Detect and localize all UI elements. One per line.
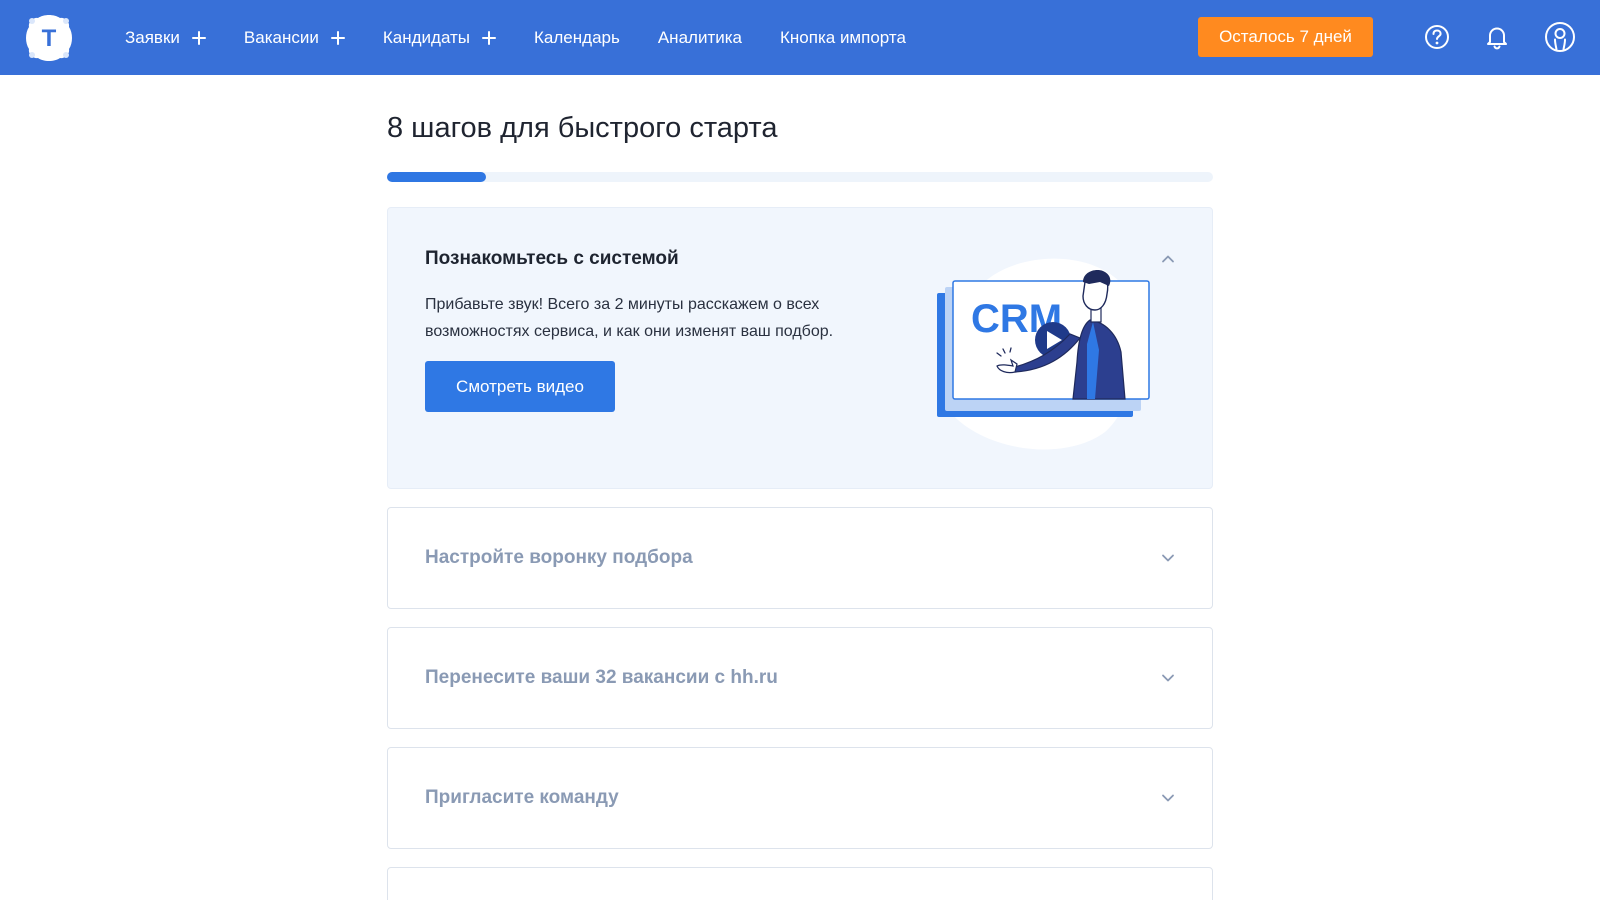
bell-icon[interactable] [1481,21,1513,53]
nav-item-label: Календарь [534,27,620,47]
trial-days-button[interactable]: Осталось 7 дней [1198,17,1373,57]
step-card-intro: Познакомьтесь с системой Прибавьте звук!… [387,207,1213,489]
nav-item-label: Заявки [125,27,180,47]
nav-item-analytics[interactable]: Аналитика [658,28,742,48]
nav-item-calendar[interactable]: Календарь [534,28,620,48]
main-nav: Заявки Вакансии Кандидаты Календарь Анал… [125,0,944,75]
nav-item-label: Кандидаты [382,27,471,47]
nav-item-label: Вакансии [243,27,319,47]
nav-item-label: Кнопка импорта [780,27,906,47]
step-title[interactable]: Перенесите ваши 32 вакансии с hh.ru [425,667,778,689]
step-title[interactable]: Познакомьтесь с системой [425,248,679,270]
app-logo[interactable]: T [24,13,74,63]
step-description: Прибавьте звук! Всего за 2 минуты расска… [425,296,834,340]
step-title[interactable]: Пригласите команду [425,787,619,809]
step-card-import-vacancies[interactable]: Перенесите ваши 32 вакансии с hh.ru [387,627,1213,729]
nav-item-label: Аналитика [657,27,742,47]
chevron-down-icon[interactable] [1160,790,1176,806]
plus-icon[interactable] [330,30,345,45]
top-navigation-bar: T Заявки Вакансии Кандидаты Календарь Ан… [0,0,1600,75]
plus-icon[interactable] [482,30,497,45]
plus-icon[interactable] [191,30,206,45]
page-title: 8 шагов для быстрого старта [387,112,778,144]
step-card-invite-team[interactable]: Пригласите команду [387,747,1213,849]
progress-fill [387,172,487,182]
nav-item-import[interactable]: Кнопка импорта [780,28,906,48]
step-card-next[interactable] [387,867,1213,900]
watch-video-button[interactable]: Смотреть видео [425,361,615,412]
crm-video-illustration[interactable]: CRM [935,252,1161,452]
nav-item-candidates[interactable]: Кандидаты [382,27,497,48]
chevron-down-icon[interactable] [1160,670,1176,686]
chevron-up-icon[interactable] [1160,251,1176,267]
nav-item-vacancies[interactable]: Вакансии [244,28,345,48]
step-title[interactable]: Настройте воронку подбора [425,547,693,569]
onboarding-progress-bar [387,172,1213,182]
logo-letter: T [42,25,57,52]
nav-item-requests[interactable]: Заявки [125,28,206,48]
help-icon[interactable] [1421,21,1453,53]
user-icon[interactable] [1543,20,1577,54]
step-card-funnel[interactable]: Настройте воронку подбора [387,507,1213,609]
chevron-down-icon[interactable] [1160,550,1176,566]
